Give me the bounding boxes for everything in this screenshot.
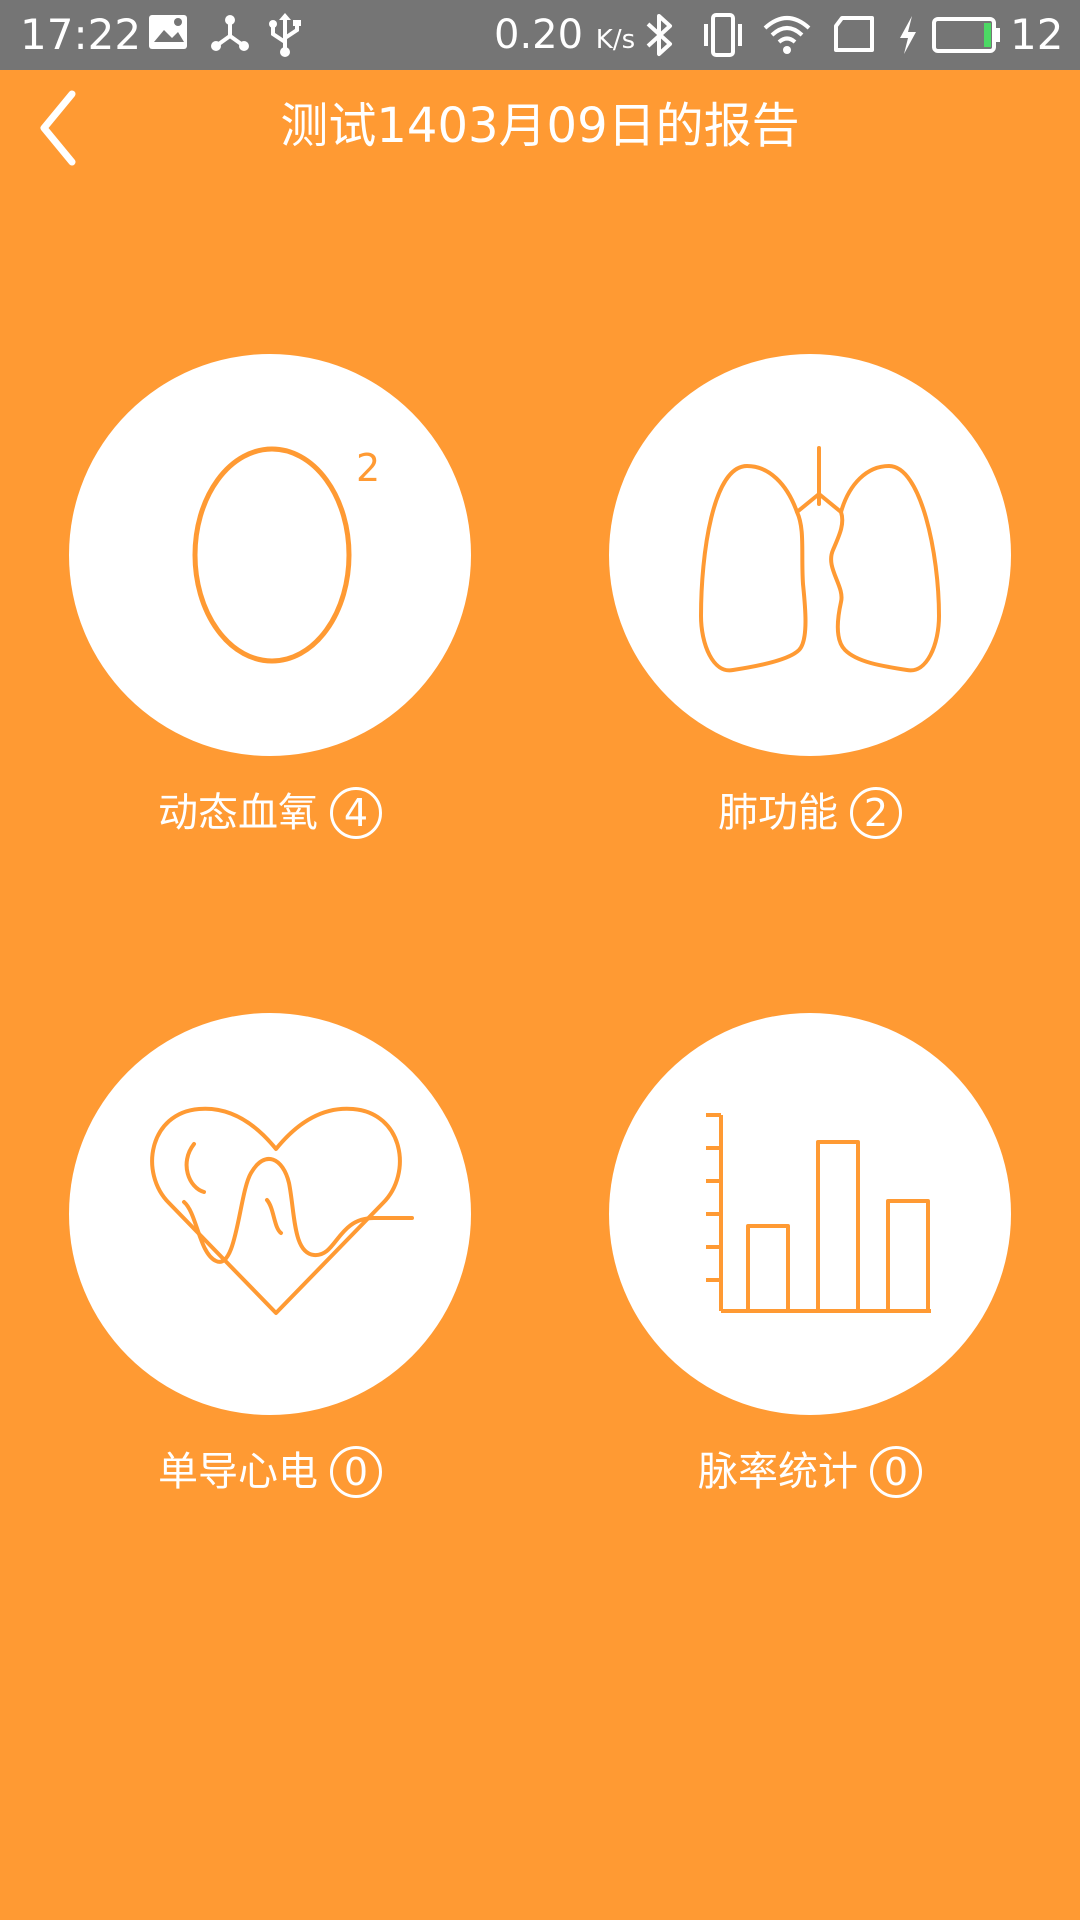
- count-badge: 2: [850, 787, 902, 839]
- tile-dynamic-spo2[interactable]: 2 动态血氧 4: [0, 354, 540, 874]
- header: 测试1403月09日的报告: [0, 70, 1080, 185]
- count-badge: 0: [870, 1446, 922, 1498]
- usb-icon: [268, 12, 302, 68]
- network-speed-value: 0.20: [494, 12, 584, 58]
- charging-icon: [896, 12, 920, 68]
- network-speed-unit: K/s: [595, 25, 636, 55]
- lungs-icon: [699, 446, 941, 673]
- tile-label: 单导心电 0: [0, 1441, 540, 1501]
- vibrate-icon: [700, 12, 746, 68]
- heart-ecg-icon: [150, 1106, 414, 1315]
- tile-circle: [609, 354, 1011, 756]
- tile-circle: [69, 1013, 471, 1415]
- tile-pulse-rate-stats[interactable]: 脉率统计 0: [540, 1013, 1080, 1533]
- battery-icon: [932, 12, 1002, 68]
- share-icon: [208, 12, 252, 66]
- count-badge: 4: [330, 787, 382, 839]
- chevron-left-icon: [40, 90, 76, 166]
- page-title: 测试1403月09日的报告: [280, 98, 800, 154]
- tile-label: 肺功能 2: [540, 782, 1080, 842]
- sim-card-icon: [832, 12, 876, 68]
- image-icon: [148, 12, 190, 62]
- battery-level: 12: [1010, 10, 1064, 59]
- tile-label-text: 动态血氧: [158, 790, 318, 836]
- network-speed: 0.20 K/s: [494, 10, 635, 65]
- bluetooth-icon: [644, 12, 676, 68]
- tile-circle: 2: [69, 354, 471, 756]
- tile-label-text: 肺功能: [718, 790, 838, 836]
- tile-single-lead-ecg[interactable]: 单导心电 0: [0, 1013, 540, 1533]
- wifi-icon: [762, 12, 812, 68]
- tile-label: 脉率统计 0: [540, 1441, 1080, 1501]
- tile-label: 动态血氧 4: [0, 782, 540, 842]
- tile-label-text: 脉率统计: [698, 1449, 858, 1495]
- back-button[interactable]: [22, 84, 102, 174]
- tile-lung-function[interactable]: 肺功能 2: [540, 354, 1080, 874]
- count-badge: 0: [330, 1446, 382, 1498]
- oxygen-o2-icon: 2: [192, 446, 380, 664]
- status-bar: 17:22 0.20 K/s 12: [0, 0, 1080, 70]
- bar-chart-icon: [706, 1113, 931, 1313]
- status-time: 17:22: [20, 10, 142, 59]
- tile-circle: [609, 1013, 1011, 1415]
- svg-text:2: 2: [356, 446, 380, 490]
- tile-label-text: 单导心电: [158, 1449, 318, 1495]
